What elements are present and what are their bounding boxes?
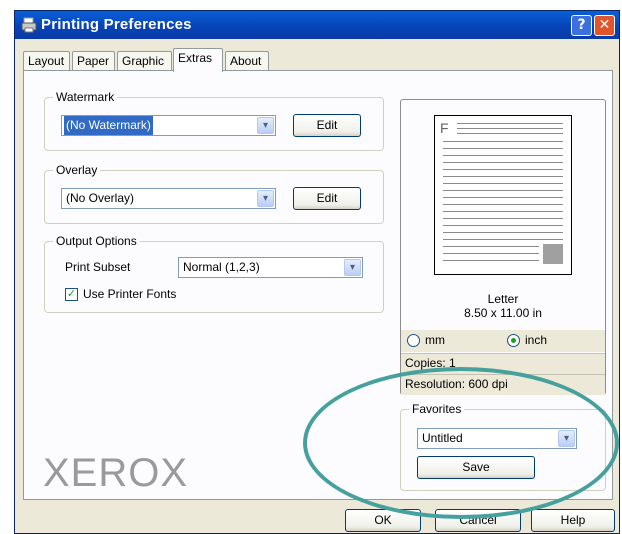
resolution-text: Resolution: 600 dpi [405, 377, 508, 391]
copies-row: Copies: 1 [401, 353, 605, 374]
print-subset-select[interactable]: Normal (1,2,3) ▾ [178, 257, 363, 278]
chevron-down-icon[interactable]: ▾ [344, 259, 361, 276]
close-title-button[interactable]: ✕ [594, 15, 615, 36]
unit-mm-label: mm [425, 333, 445, 347]
text-line [443, 183, 563, 184]
text-line [443, 148, 563, 149]
help-title-button[interactable]: ? [571, 15, 592, 36]
use-printer-fonts-label: Use Printer Fonts [83, 287, 177, 301]
overlay-edit-button[interactable]: Edit [293, 187, 361, 210]
overlay-select[interactable]: (No Overlay) ▾ [61, 188, 276, 209]
extras-panel: Watermark (No Watermark) ▾ Edit Overlay … [23, 70, 613, 500]
text-line [443, 232, 563, 233]
text-line [457, 133, 563, 134]
page-thumbnail: F [434, 115, 572, 275]
copies-text: Copies: 1 [405, 356, 456, 370]
favorites-save-button[interactable]: Save [417, 456, 535, 479]
text-line [443, 218, 563, 219]
output-options-group: Output Options Print Subset Normal (1,2,… [44, 234, 384, 313]
text-line [443, 260, 539, 261]
output-options-legend: Output Options [53, 234, 140, 248]
text-line [443, 197, 563, 198]
overlay-legend: Overlay [53, 163, 101, 177]
cancel-button[interactable]: Cancel [435, 509, 521, 532]
watermark-select[interactable]: (No Watermark) ▾ [61, 115, 276, 136]
title-bar[interactable]: Printing Preferences ? ✕ [15, 11, 619, 39]
text-line [443, 169, 563, 170]
tab-about[interactable]: About [225, 51, 269, 71]
help-button[interactable]: Help [531, 509, 615, 532]
text-line [457, 123, 563, 124]
overlay-selected-value: (No Overlay) [66, 191, 135, 205]
favorites-select[interactable]: Untitled ▾ [417, 428, 577, 449]
ok-button[interactable]: OK [345, 509, 421, 532]
chevron-down-icon[interactable]: ▾ [558, 430, 575, 447]
paper-name: Letter [487, 292, 519, 306]
text-line [443, 246, 539, 247]
watermark-edit-button[interactable]: Edit [293, 114, 361, 137]
favorites-selected-value: Untitled [422, 431, 463, 445]
text-line [443, 204, 563, 205]
text-line [443, 176, 563, 177]
page-letter: F [440, 120, 449, 136]
unit-inch-radio[interactable] [507, 334, 520, 347]
text-line [443, 239, 563, 240]
paper-size: 8.50 x 11.00 in [464, 306, 542, 320]
tab-graphic[interactable]: Graphic [117, 51, 172, 71]
text-line [457, 128, 563, 129]
text-line [443, 190, 563, 191]
text-line [443, 225, 563, 226]
printer-icon [21, 17, 37, 33]
tab-extras[interactable]: Extras [173, 48, 223, 72]
chevron-down-icon[interactable]: ▾ [257, 117, 274, 134]
use-printer-fonts-checkbox[interactable]: ✓ [65, 288, 78, 301]
text-line [443, 155, 563, 156]
tab-layout[interactable]: Layout [23, 51, 70, 71]
watermark-selected-value: (No Watermark) [64, 116, 153, 135]
xerox-logo: XEROX [43, 451, 189, 495]
unit-mm-radio[interactable] [407, 334, 420, 347]
printing-preferences-window: Printing Preferences ? ✕ Layout Paper Gr… [14, 10, 620, 534]
paper-preview-box: F Letter 8.50 x 11.00 in mm inch Copies:… [400, 99, 606, 395]
chevron-down-icon[interactable]: ▾ [257, 190, 274, 207]
unit-selector: mm inch [401, 330, 605, 352]
overlay-group: Overlay (No Overlay) ▾ Edit [44, 163, 384, 224]
favorites-legend: Favorites [409, 402, 465, 416]
overlay-image-block [543, 244, 563, 264]
paper-info: Letter 8.50 x 11.00 in [401, 292, 605, 320]
text-line [443, 162, 563, 163]
window-title: Printing Preferences [41, 16, 192, 33]
unit-inch-label: inch [525, 333, 548, 347]
tab-paper[interactable]: Paper [72, 51, 115, 71]
text-line [443, 141, 563, 142]
watermark-legend: Watermark [53, 90, 118, 104]
favorites-group: Favorites Untitled ▾ Save [400, 402, 606, 491]
text-line [443, 211, 563, 212]
watermark-group: Watermark (No Watermark) ▾ Edit [44, 90, 384, 151]
resolution-row: Resolution: 600 dpi [401, 374, 605, 395]
print-subset-label: Print Subset [65, 260, 131, 274]
text-line [443, 253, 539, 254]
print-subset-value: Normal (1,2,3) [183, 260, 260, 274]
